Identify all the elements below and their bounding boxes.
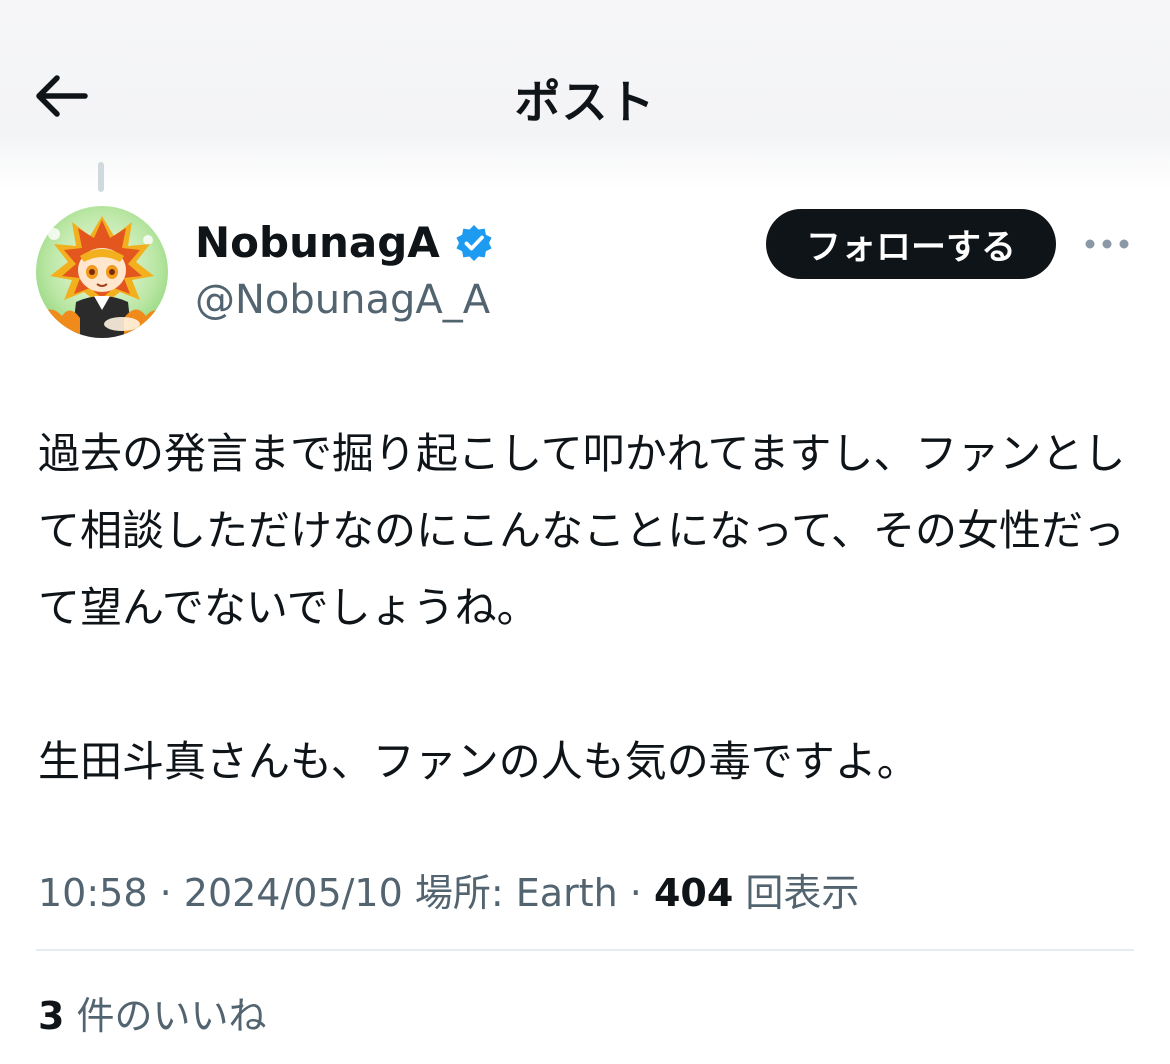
- author-handle[interactable]: @NobunagA_A: [195, 277, 490, 323]
- tweet-paragraph: 過去の発言まで掘り起こして叩かれてますし、ファンとして相談しただけなのにこんなこ…: [38, 429, 1126, 632]
- tweet-date[interactable]: 2024/05/10: [184, 871, 403, 915]
- more-options-icon: [1085, 239, 1129, 249]
- likes-link[interactable]: 3 件のいいね: [38, 985, 267, 1040]
- meta-separator: ·: [617, 871, 654, 915]
- page-title: ポスト: [514, 75, 656, 129]
- divider: [36, 949, 1134, 951]
- views-count: 404: [653, 871, 734, 915]
- tweet-paragraph: 生田斗真さんも、ファンの人も気の毒ですよ。: [38, 737, 919, 786]
- more-options-button[interactable]: [1082, 226, 1132, 262]
- display-name: NobunagA: [195, 218, 440, 267]
- tweet-text: 過去の発言まで掘り起こして叩かれてますし、ファンとして相談しただけなのにこんなこ…: [38, 415, 1138, 800]
- avatar-image: [36, 206, 168, 338]
- views-label: 回表示: [745, 871, 860, 915]
- location-value: Earth: [515, 871, 618, 915]
- likes-label: 件のいいね: [76, 994, 267, 1038]
- follow-button[interactable]: フォローする: [766, 209, 1056, 279]
- verified-badge-icon: [456, 224, 492, 261]
- meta-separator: ·: [147, 871, 184, 915]
- post-detail-page: ポスト NobunagA @NobunagA_A フォローする 過去の発言まで掘…: [0, 0, 1170, 1064]
- avatar[interactable]: [36, 206, 168, 338]
- thread-connector-line: [98, 162, 104, 192]
- author-name[interactable]: NobunagA: [195, 218, 494, 267]
- tweet-meta: 10:58 · 2024/05/10 場所: Earth · 404 回表示: [38, 862, 859, 917]
- tweet-time[interactable]: 10:58: [38, 871, 148, 915]
- header-bar: ポスト: [0, 0, 1170, 190]
- location-label: 場所:: [414, 871, 504, 915]
- likes-count: 3: [38, 994, 65, 1038]
